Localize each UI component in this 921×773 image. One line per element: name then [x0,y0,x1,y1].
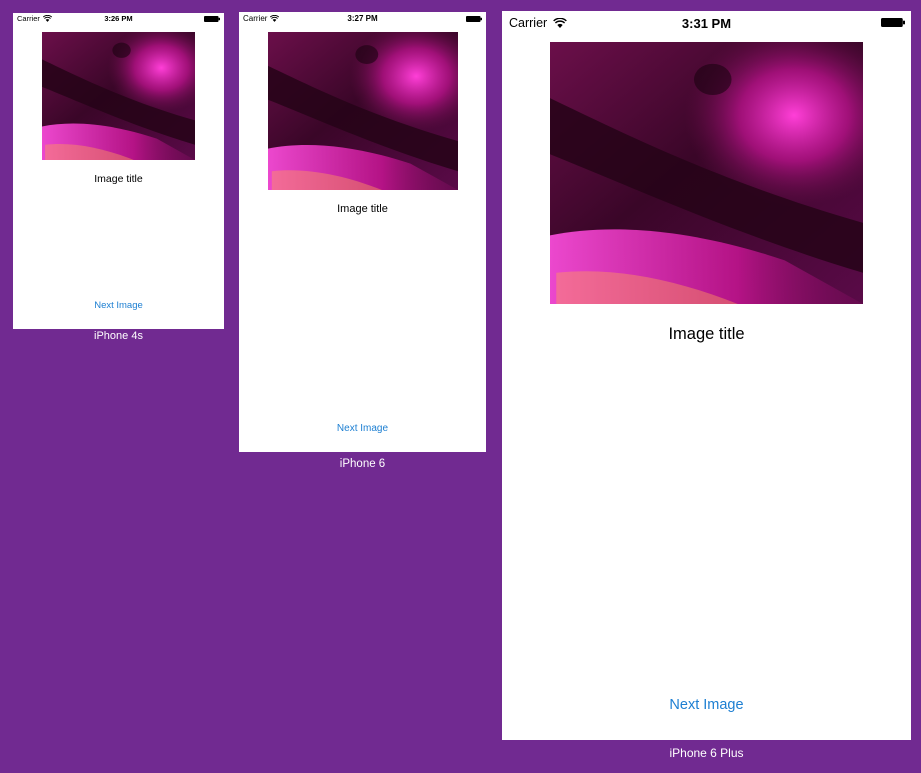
image-title: Image title [94,173,143,185]
status-bar: Carrier 3:27 PM [239,12,486,25]
status-time: 3:31 PM [681,16,732,31]
image-title: Image title [337,203,388,215]
device-caption-iphone-6-plus: iPhone 6 Plus [669,746,744,760]
device-caption-iphone-4s: iPhone 4s [94,330,143,342]
device-caption-iphone-6: iPhone 6 [339,458,386,470]
status-bar: Carrier 3:26 PM [13,13,224,25]
image-title: Image title [668,325,745,343]
battery-icon [204,16,220,22]
battery-icon [881,18,905,27]
next-image-button[interactable]: Next Image [239,423,486,434]
status-time: 3:26 PM [104,14,133,23]
next-image-button[interactable]: Next Image [13,300,224,311]
iphone-6-screen: Carrier 3:27 PM Image title Next Image [239,12,486,452]
iphone-6-plus-screen: Carrier 3:31 PM Image title Next Image [502,11,911,740]
status-time: 3:27 PM [347,14,378,23]
battery-icon [466,16,482,22]
nebula-photo [268,32,458,190]
next-image-button[interactable]: Next Image [502,697,911,713]
iphone-4s-screen: Carrier 3:26 PM Image title Next Image [13,13,224,329]
status-bar: Carrier 3:31 PM [502,11,911,33]
nebula-photo [550,42,863,304]
nebula-photo [42,32,195,160]
